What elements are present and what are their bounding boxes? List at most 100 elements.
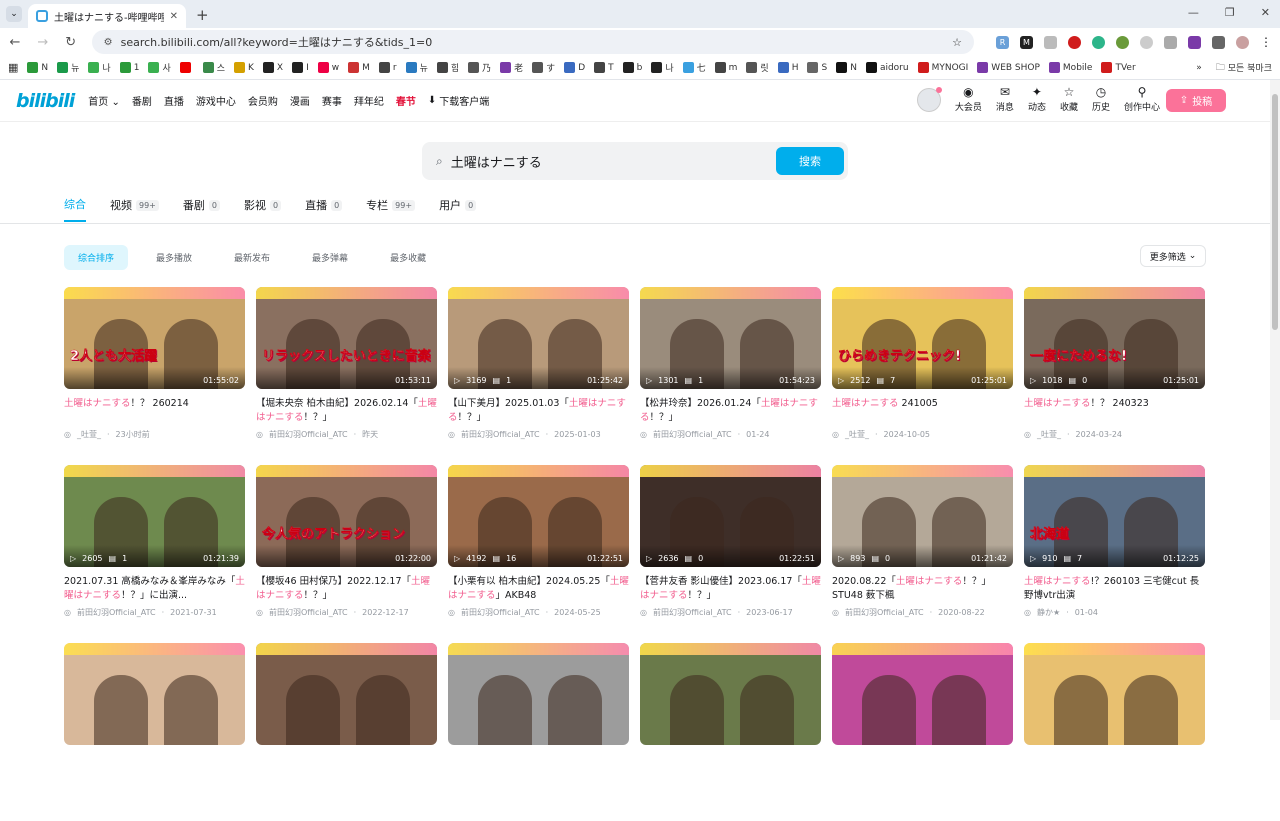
video-title[interactable]: 土曜はナニする！？ 260214 <box>64 397 245 425</box>
bookmark-item[interactable]: w <box>317 62 339 73</box>
bookmark-item[interactable]: S <box>807 62 827 73</box>
apps-icon[interactable]: ▦ <box>8 61 18 74</box>
sort-option[interactable]: 综合排序 <box>64 245 129 270</box>
video-thumbnail[interactable]: ▷ 1301 ▤ 1 01:54:23 <box>640 287 821 389</box>
bookmark-item[interactable]: b <box>622 62 642 73</box>
nav-item-download[interactable]: ⬇ 下载客户端 <box>428 93 489 108</box>
video-thumbnail[interactable]: ▷ 3169 ▤ 1 01:25:42 <box>448 287 629 389</box>
bookmark-item[interactable]: Mobile <box>1048 62 1092 73</box>
reload-icon[interactable]: ↻ <box>64 35 78 50</box>
video-title[interactable]: 土曜はナニする!？260103 三宅健cut 長野博vtr出演 <box>1024 575 1205 603</box>
video-title[interactable]: 【菅井友香 影山優佳】2023.06.17「土曜はナニする！？」 <box>640 575 821 603</box>
video-title[interactable]: 【櫻坂46 田村保乃】2022.12.17「土曜はナニする！？」 <box>256 575 437 603</box>
video-thumbnail[interactable] <box>640 643 821 745</box>
bookmark-item[interactable]: m <box>714 62 737 73</box>
uploader-name[interactable]: 前田幻羽Official_ATC <box>461 607 540 618</box>
video-title[interactable]: 2021.07.31 高橋みなみ＆峯岸みなみ「土曜はナニする！？」に出演... <box>64 575 245 603</box>
extension-icon[interactable] <box>1140 35 1153 49</box>
bookmark-item[interactable]: X <box>262 62 283 73</box>
bookmark-item[interactable]: 乃 <box>468 61 491 74</box>
bookmark-item[interactable] <box>179 62 194 73</box>
header-item-favorites[interactable]: ☆ 收藏 <box>1060 86 1078 113</box>
bookmark-item[interactable]: N <box>27 62 48 73</box>
bookmark-item[interactable]: 사 <box>148 61 171 74</box>
menu-icon[interactable]: ⋮ <box>1260 35 1272 49</box>
video-card[interactable] <box>64 643 245 821</box>
bookmark-item[interactable]: 七 <box>682 61 706 74</box>
extension-icon[interactable]: R <box>996 35 1009 49</box>
more-bookmarks-icon[interactable]: » <box>1196 63 1202 73</box>
bookmark-item[interactable]: 나 <box>651 61 674 74</box>
uploader-name[interactable]: _吐萱_ <box>845 429 869 440</box>
video-title[interactable]: 【山下美月】2025.01.03「土曜はナニする！？」 <box>448 397 629 425</box>
extension-icon[interactable] <box>1068 35 1081 49</box>
restore-icon[interactable]: ❐ <box>1225 6 1235 19</box>
video-card[interactable]: 一度にためるな! ▷ 1018 ▤ 0 01:25:01 土曜はナニする！？ 240323 ◎… <box>1024 287 1205 465</box>
video-thumbnail[interactable]: ▷ 2605 ▤ 1 01:21:39 <box>64 465 245 567</box>
bookmark-item[interactable]: 뉴 <box>405 61 428 74</box>
sort-option[interactable]: 最多弹幕 <box>298 245 362 270</box>
video-card[interactable]: ひらめきテクニック! ▷ 2512 ▤ 7 01:25:01 土曜はナニする 241005 ◎… <box>832 287 1013 465</box>
bookmark-item[interactable]: WEB SHOP <box>977 62 1040 73</box>
extension-icon[interactable] <box>1116 35 1129 49</box>
browser-tab[interactable]: 土曜はナニする-哔哩哔哩_bilil... ✕ <box>28 4 186 28</box>
uploader-name[interactable]: 前田幻羽Official_ATC <box>653 429 732 440</box>
nav-item[interactable]: 赛事 <box>322 93 342 108</box>
extension-icon[interactable] <box>1044 35 1057 49</box>
video-card[interactable]: 2人とも大活躍 01:55:02 土曜はナニする！？ 260214 ◎ _吐萱_ · 23小… <box>64 287 245 465</box>
extension-icon[interactable] <box>1188 35 1201 49</box>
nav-item[interactable]: 游戏中心 <box>196 93 236 108</box>
bilibili-logo[interactable]: bilibili <box>16 90 75 112</box>
bookmark-item[interactable]: す <box>532 61 555 74</box>
bookmark-item[interactable]: 老 <box>500 61 523 74</box>
video-card[interactable] <box>832 643 1013 821</box>
video-card[interactable]: ▷ 1301 ▤ 1 01:54:23 【松井玲奈】2026.01.24「土曜はナニする！… <box>640 287 821 465</box>
upload-button[interactable]: ⇪ 投稿 <box>1166 89 1226 112</box>
video-title[interactable]: 【松井玲奈】2026.01.24「土曜はナニする！？」 <box>640 397 821 425</box>
search-button[interactable]: 搜索 <box>776 147 844 175</box>
uploader-name[interactable]: 前田幻羽Official_ATC <box>77 607 156 618</box>
uploader-name[interactable]: 前田幻羽Official_ATC <box>461 429 540 440</box>
video-thumbnail[interactable] <box>256 643 437 745</box>
tab-0[interactable]: 综合 <box>64 196 86 222</box>
video-card[interactable]: 北海道 ▷ 910 ▤ 7 01:12:25 土曜はナニする!？260103 三宅健cut … <box>1024 465 1205 643</box>
video-thumbnail[interactable]: 今人気のアトラクション 01:22:00 <box>256 465 437 567</box>
extension-icon[interactable] <box>1092 35 1105 49</box>
all-bookmarks-folder[interactable]: 🗀 모든 북마크 <box>1216 60 1272 76</box>
video-thumbnail[interactable]: リラックスしたいときに音楽聴いたり 01:53:11 <box>256 287 437 389</box>
uploader-name[interactable]: 前田幻羽Official_ATC <box>269 607 348 618</box>
site-info-icon[interactable]: ⚙ <box>104 37 113 48</box>
video-thumbnail[interactable] <box>1024 643 1205 745</box>
tab-2[interactable]: 番剧 0 <box>183 196 220 222</box>
nav-item[interactable]: 会员购 <box>248 93 278 108</box>
bookmark-item[interactable]: 힘 <box>436 61 459 74</box>
extension-icon[interactable]: M <box>1020 35 1033 49</box>
user-avatar[interactable] <box>916 86 942 112</box>
uploader-name[interactable]: _吐萱_ <box>1037 429 1061 440</box>
sort-option[interactable]: 最新发布 <box>220 245 284 270</box>
minimize-icon[interactable]: — <box>1188 6 1199 19</box>
puzzle-icon[interactable] <box>1212 35 1225 49</box>
video-card[interactable] <box>256 643 437 821</box>
bookmark-item[interactable]: TVer <box>1101 62 1136 73</box>
nav-item-spring[interactable]: 春节 <box>396 93 416 108</box>
video-title[interactable]: 土曜はナニする！？ 240323 <box>1024 397 1205 425</box>
video-card[interactable] <box>640 643 821 821</box>
header-item-dynamic[interactable]: ✦ 动态 <box>1028 86 1046 113</box>
bookmark-item[interactable]: 뉴 <box>57 61 79 74</box>
bookmark-item[interactable]: D <box>564 62 585 73</box>
video-title[interactable]: 【小栗有以 柏木由紀】2024.05.25「土曜はナニする」AKB48 <box>448 575 629 603</box>
bookmark-item[interactable]: N <box>836 62 857 73</box>
bookmark-item[interactable]: 릿 <box>746 61 769 74</box>
video-card[interactable]: ▷ 3169 ▤ 1 01:25:42 【山下美月】2025.01.03「土曜はナニする！… <box>448 287 629 465</box>
video-thumbnail[interactable] <box>832 643 1013 745</box>
nav-item[interactable]: 番剧 <box>132 93 152 108</box>
sort-option[interactable]: 最多播放 <box>142 245 206 270</box>
header-item-vip[interactable]: ◉ 大会员 <box>955 86 982 113</box>
header-item-history[interactable]: ◷ 历史 <box>1092 86 1110 113</box>
search-input[interactable]: 土曜はナニする <box>451 152 776 171</box>
uploader-name[interactable]: 静か★ <box>1037 607 1060 618</box>
video-thumbnail[interactable]: 北海道 ▷ 910 ▤ 7 01:12:25 <box>1024 465 1205 567</box>
more-filter-button[interactable]: 更多筛选 ⌄ <box>1140 245 1206 267</box>
uploader-name[interactable]: _吐萱_ <box>77 429 101 440</box>
